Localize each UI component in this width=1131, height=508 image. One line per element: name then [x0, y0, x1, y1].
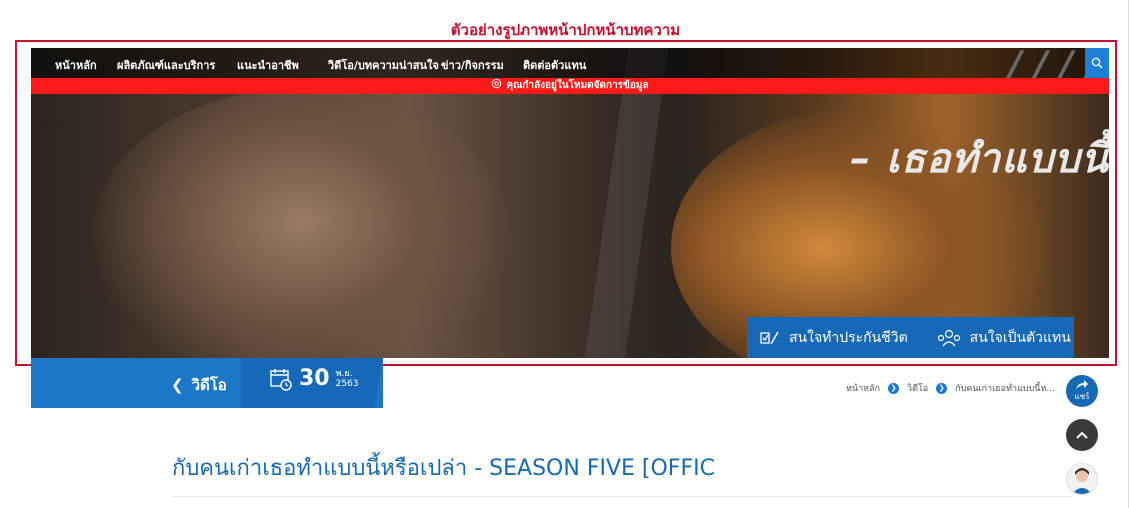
chevron-right-icon: ❯ — [936, 382, 948, 394]
cta-bar: สนใจทำประกันชีวิต สนใจเป็นตัวแทน — [747, 317, 1074, 358]
calendar-icon — [270, 368, 292, 391]
cta-insurance-label: สนใจทำประกันชีวิต — [789, 329, 908, 346]
example-caption: ตัวอย่างรูปภาพหน้าปกหน้าบทความ — [450, 21, 681, 39]
share-button[interactable]: แชร์ — [1066, 375, 1098, 407]
chevron-up-icon — [1076, 431, 1088, 439]
cta-agent[interactable]: สนใจเป็นตัวแทน — [936, 327, 1071, 349]
article-title: กับคนเก่าเธอทำแบบนี้หรือเปล่า - SEASON F… — [172, 456, 715, 481]
back-label: วิดีโอ — [191, 376, 227, 394]
breadcrumb-home[interactable]: หน้าหลัก — [846, 381, 880, 395]
page-edge — [1128, 0, 1129, 508]
agent-avatar-icon — [1072, 468, 1092, 494]
title-divider — [172, 496, 1072, 497]
back-to-top-button[interactable] — [1066, 419, 1098, 451]
date-month: พ.ย. — [335, 368, 353, 379]
share-arrow-icon — [1076, 380, 1088, 389]
date-day: 30 — [299, 366, 330, 391]
share-label: แชร์ — [1074, 392, 1090, 401]
article-subbar: ❮ วิดีโอ 30 พ.ย. 2563 — [31, 358, 383, 408]
cta-insurance[interactable]: สนใจทำประกันชีวิต — [759, 327, 908, 349]
signature-icon — [760, 331, 779, 344]
date-month-year: พ.ย. 2563 — [336, 369, 359, 389]
date-year: 2563 — [335, 378, 359, 389]
breadcrumb-video[interactable]: วิดีโอ — [907, 381, 928, 395]
back-to-videos[interactable]: ❮ วิดีโอ — [171, 373, 227, 397]
breadcrumb-current: กับคนเก่าเธอทำแบบนี้ห... — [955, 384, 1055, 394]
breadcrumb: หน้าหลัก ❯ วิดีโอ ❯ กับคนเก่าเธอทำแบบนี้… — [846, 381, 1055, 395]
chevron-left-icon: ❮ — [171, 376, 184, 394]
chevron-right-icon: ❯ — [888, 382, 900, 394]
team-icon — [937, 329, 960, 346]
publish-date: 30 พ.ย. 2563 — [269, 366, 359, 391]
cta-agent-label: สนใจเป็นตัวแทน — [969, 329, 1071, 346]
chat-agent-avatar[interactable] — [1066, 463, 1098, 495]
